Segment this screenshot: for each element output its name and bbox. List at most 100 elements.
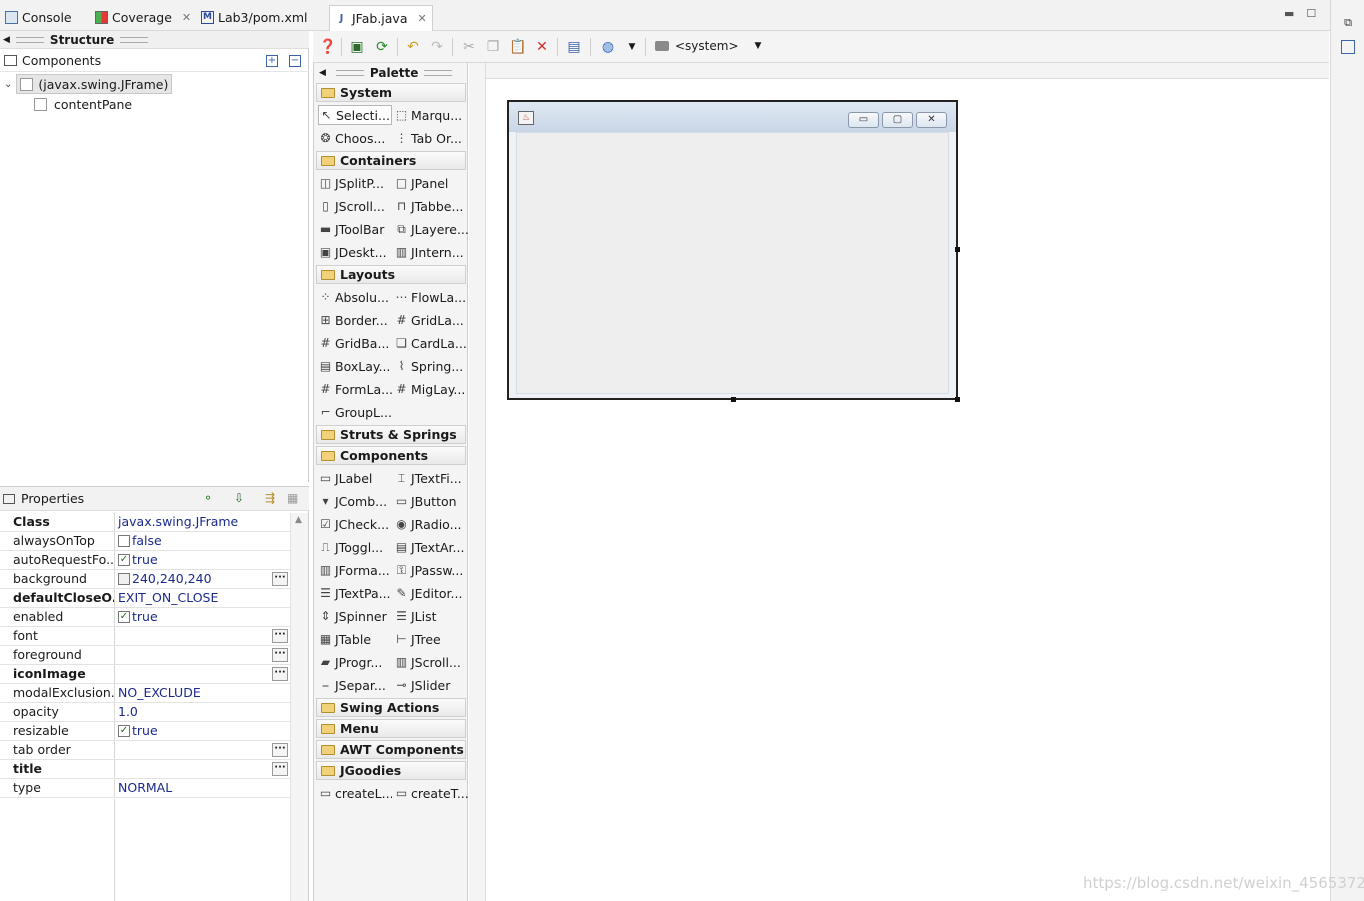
palette-category[interactable]: Layouts (316, 265, 466, 284)
frame-content-pane[interactable] (516, 132, 949, 394)
property-row[interactable]: tab order ··· (0, 741, 290, 760)
palette-category[interactable]: Struts & Springs (316, 425, 466, 444)
palette-item[interactable]: ⚿ JPassw... (394, 560, 468, 580)
checked-checkbox-icon[interactable]: ✓ (118, 611, 130, 623)
unchecked-checkbox-icon[interactable] (118, 535, 130, 547)
properties-icon[interactable]: ▤ (566, 39, 582, 55)
view-icon[interactable] (1341, 40, 1355, 54)
palette-item[interactable]: # FormLa... (318, 379, 392, 399)
maximize-icon[interactable]: ☐ (1306, 7, 1316, 20)
property-value[interactable]: false (115, 532, 290, 550)
palette-item[interactable]: ▤ BoxLay... (318, 356, 392, 376)
palette-category[interactable]: Menu (316, 719, 466, 738)
property-row[interactable]: autoRequestFo... ✓ true (0, 551, 290, 570)
frame-title-bar[interactable]: ♨ ▭ ▢ ✕ (509, 102, 956, 132)
palette-item[interactable]: ✎ JEditor... (394, 583, 468, 603)
property-row[interactable]: foreground ··· (0, 646, 290, 665)
palette-item[interactable]: ▤ JTextAr... (394, 537, 468, 557)
palette-item[interactable]: # GridBa... (318, 333, 392, 353)
property-value[interactable]: NO_EXCLUDE (115, 684, 290, 702)
palette-item[interactable]: ▣ JDeskt... (318, 242, 392, 262)
property-value[interactable]: 240,240,240 (115, 570, 290, 588)
property-row[interactable]: title ··· (0, 760, 290, 779)
grip-icon[interactable] (120, 36, 149, 43)
palette-item[interactable]: ▦ JTable (318, 629, 392, 649)
palette-item[interactable]: ▭ JLabel (318, 468, 392, 488)
property-value[interactable]: EXIT_ON_CLOSE (115, 589, 290, 607)
palette-item[interactable]: # GridLa... (394, 310, 468, 330)
property-row[interactable]: resizable ✓ true (0, 722, 290, 741)
palette-item[interactable]: ⊓ JTabbe... (394, 196, 468, 216)
property-row[interactable]: enabled ✓ true (0, 608, 290, 627)
property-row[interactable]: background 240,240,240 ··· (0, 570, 290, 589)
refresh-icon[interactable]: ⟳ (374, 39, 390, 55)
palette-item[interactable]: ▭ createL... (318, 783, 392, 803)
property-value[interactable] (115, 665, 290, 683)
palette-item[interactable]: ⇕ JSpinner (318, 606, 392, 626)
property-value[interactable] (115, 760, 290, 778)
collapse-left-icon[interactable]: ◀ (3, 35, 10, 45)
tab-coverage[interactable]: Coverage ✕ (90, 6, 196, 29)
property-value[interactable]: NORMAL (115, 779, 290, 797)
scroll-up-icon[interactable]: ▲ (295, 515, 302, 525)
palette-item[interactable]: ▥ JForma... (318, 560, 392, 580)
property-row[interactable]: Class javax.swing.JFrame (0, 513, 290, 532)
chevron-down-icon[interactable]: ▼ (755, 41, 762, 51)
property-row[interactable]: defaultCloseO... EXIT_ON_CLOSE (0, 589, 290, 608)
property-row[interactable]: font ··· (0, 627, 290, 646)
redo-icon[interactable]: ↷ (429, 39, 445, 55)
palette-category[interactable]: AWT Components (316, 740, 466, 759)
paste-icon[interactable]: 📋 (509, 39, 526, 55)
property-row[interactable]: alwaysOnTop false (0, 532, 290, 551)
palette-item[interactable]: ⬚ Marqu... (394, 105, 468, 125)
palette-item[interactable]: ▭ createT... (394, 783, 468, 803)
dropdown-icon[interactable]: ▼ (624, 39, 640, 55)
test-icon[interactable]: ❓ (319, 39, 336, 55)
minimize-icon[interactable]: ▬ (1284, 7, 1294, 20)
property-row[interactable]: modalExclusion... NO_EXCLUDE (0, 684, 290, 703)
property-value[interactable] (115, 646, 290, 664)
tab-jfab-java[interactable]: J JFab.java ✕ (329, 5, 433, 31)
preview-icon[interactable]: ▣ (349, 39, 365, 55)
palette-item[interactable]: ▯ JScroll... (318, 196, 392, 216)
globe-icon[interactable]: ◍ (600, 39, 616, 55)
copy-icon[interactable]: ❐ (485, 39, 501, 55)
palette-item[interactable]: ⌇ Spring... (394, 356, 468, 376)
palette-item[interactable]: ▰ JProgr... (318, 652, 392, 672)
property-value[interactable]: ✓ true (115, 551, 290, 569)
palette-category[interactable]: System (316, 83, 466, 102)
palette-item[interactable]: ◫ JSplitP... (318, 173, 392, 193)
goto-definition-icon[interactable]: ⇩ (234, 491, 244, 505)
maximize-icon[interactable]: ▢ (882, 112, 913, 128)
ellipsis-button[interactable]: ··· (272, 743, 288, 757)
palette-item[interactable]: □ JPanel (394, 173, 468, 193)
property-value[interactable] (115, 627, 290, 645)
palette-item[interactable]: ⌐ GroupL... (318, 402, 392, 422)
property-row[interactable]: opacity 1.0 (0, 703, 290, 722)
palette-item[interactable]: ⁘ Absolu... (318, 287, 392, 307)
property-value[interactable] (115, 741, 290, 759)
jframe-preview[interactable]: ♨ ▭ ▢ ✕ (507, 100, 960, 402)
property-value[interactable]: ✓ true (115, 722, 290, 740)
grip-icon[interactable] (15, 36, 44, 43)
tree-node-contentpane[interactable]: contentPane (34, 94, 132, 114)
palette-item[interactable]: ◉ JRadio... (394, 514, 468, 534)
palette-item[interactable]: ❏ CardLa... (394, 333, 468, 353)
laf-selector[interactable]: <system> ▼ (655, 39, 761, 53)
palette-category[interactable]: JGoodies (316, 761, 466, 780)
palette-item[interactable]: ⌶ JTextFi... (394, 468, 468, 488)
restore-default-icon[interactable]: ▦ (287, 491, 298, 505)
palette-item[interactable]: ↖ Selecti... (318, 105, 392, 125)
palette-item[interactable]: ▾ JComb... (318, 491, 392, 511)
palette-category[interactable]: Components (316, 446, 466, 465)
resize-handle-south[interactable] (731, 397, 736, 402)
checked-checkbox-icon[interactable]: ✓ (118, 554, 130, 566)
ellipsis-button[interactable]: ··· (272, 667, 288, 681)
ellipsis-button[interactable]: ··· (272, 572, 288, 586)
minimize-icon[interactable]: ▭ (848, 112, 879, 128)
close-icon[interactable]: ✕ (182, 11, 191, 24)
palette-item[interactable]: ⎍ JToggl... (318, 537, 392, 557)
palette-item[interactable]: ⋮ Tab Or... (394, 128, 468, 148)
close-icon[interactable]: ✕ (418, 12, 427, 25)
palette-item[interactable]: ⊞ Border... (318, 310, 392, 330)
